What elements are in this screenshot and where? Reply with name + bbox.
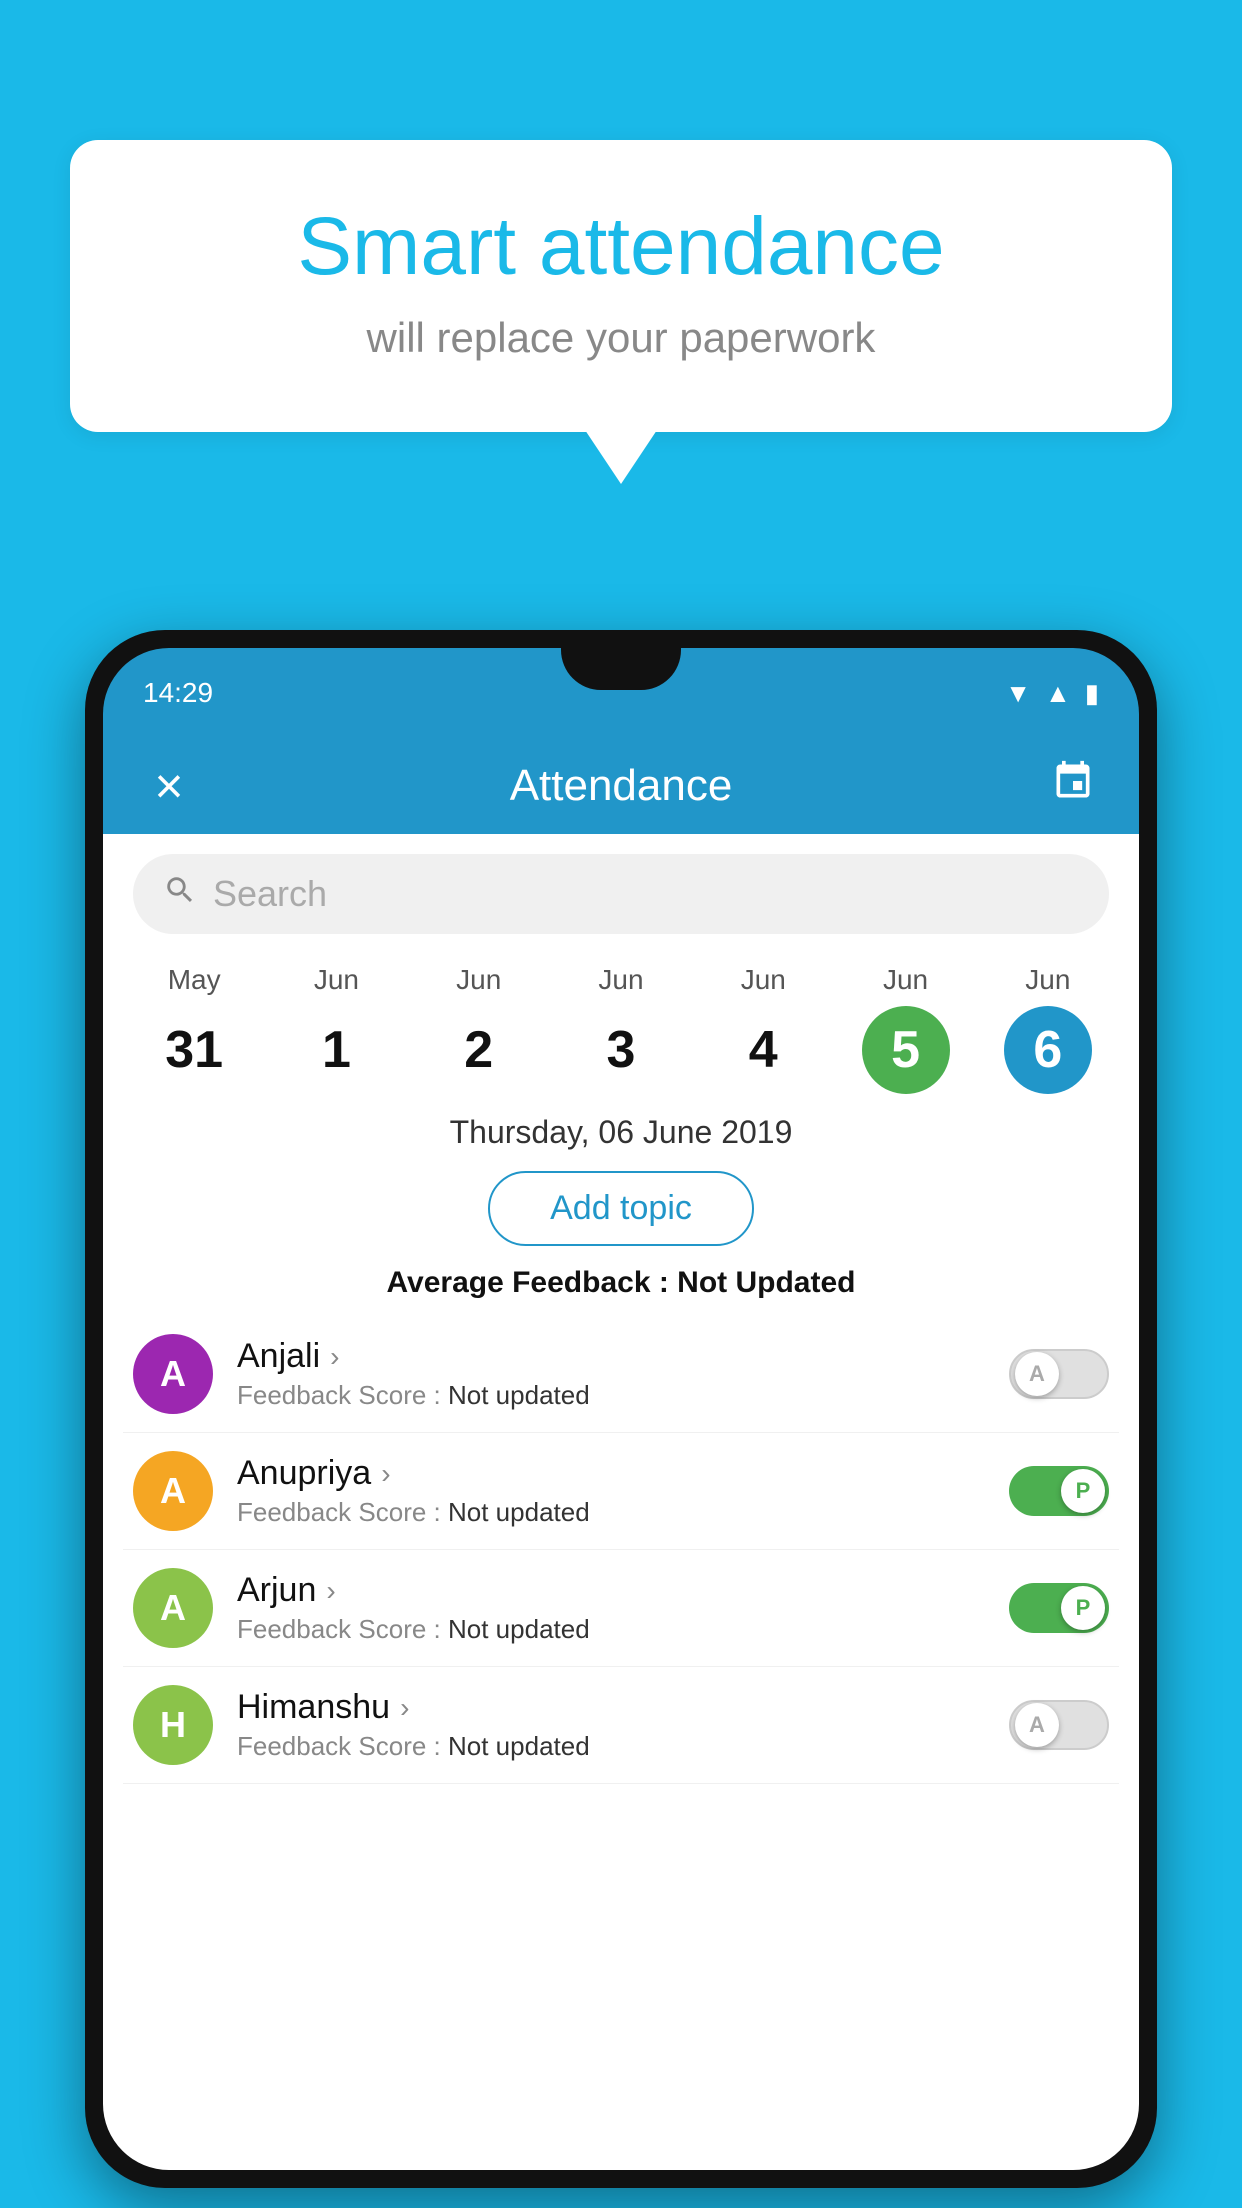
phone-frame: 14:29 ▼ ▲ ▮ × Attendance bbox=[85, 630, 1157, 2188]
status-time: 14:29 bbox=[143, 677, 213, 709]
cal-date: 6 bbox=[1004, 1006, 1092, 1094]
student-item[interactable]: A Arjun › Feedback Score : Not updated P bbox=[123, 1550, 1119, 1667]
student-info: Himanshu › Feedback Score : Not updated bbox=[237, 1688, 985, 1762]
signal-icon: ▲ bbox=[1045, 678, 1071, 709]
phone-inner: 14:29 ▼ ▲ ▮ × Attendance bbox=[103, 648, 1139, 2170]
calendar-day[interactable]: Jun 4 bbox=[713, 964, 813, 1094]
student-feedback: Feedback Score : Not updated bbox=[237, 1497, 985, 1528]
app-bar-title: Attendance bbox=[199, 761, 1043, 811]
student-list: AAnjali ›Feedback Score : Not updatedAAA… bbox=[103, 1316, 1139, 1784]
student-name-text: Himanshu bbox=[237, 1688, 390, 1727]
feedback-value: Not updated bbox=[448, 1497, 590, 1527]
search-placeholder: Search bbox=[213, 873, 327, 915]
wifi-icon: ▼ bbox=[1005, 678, 1031, 709]
calendar-row: May 31 Jun 1 Jun 2 Jun 3 Jun 4 Jun 5 Jun 6 bbox=[103, 954, 1139, 1094]
avatar: A bbox=[133, 1334, 213, 1414]
search-icon bbox=[163, 873, 197, 916]
cal-month: Jun bbox=[1025, 964, 1070, 996]
student-name-text: Arjun bbox=[237, 1571, 316, 1610]
student-info: Anupriya › Feedback Score : Not updated bbox=[237, 1454, 985, 1528]
student-name: Anjali › bbox=[237, 1337, 985, 1376]
student-item[interactable]: H Himanshu › Feedback Score : Not updated A bbox=[123, 1667, 1119, 1784]
attendance-toggle[interactable]: P bbox=[1009, 1583, 1109, 1633]
search-bar[interactable]: Search bbox=[133, 854, 1109, 934]
toggle-knob: A bbox=[1015, 1352, 1059, 1396]
chevron-right-icon: › bbox=[326, 1575, 335, 1607]
student-name: Anupriya › bbox=[237, 1454, 985, 1493]
chevron-right-icon: › bbox=[381, 1458, 390, 1490]
avatar: A bbox=[133, 1451, 213, 1531]
cal-month: Jun bbox=[456, 964, 501, 996]
calendar-icon[interactable] bbox=[1043, 759, 1103, 813]
cal-date: 5 bbox=[862, 1006, 950, 1094]
avg-feedback-value: Not Updated bbox=[677, 1266, 855, 1299]
calendar-day[interactable]: Jun 3 bbox=[571, 964, 671, 1094]
calendar-day[interactable]: Jun 6 bbox=[998, 964, 1098, 1094]
app-content: Search May 31 Jun 1 Jun 2 Jun 3 Jun 4 Jun 5 Jun 6 Thu… bbox=[103, 834, 1139, 2170]
cal-month: Jun bbox=[598, 964, 643, 996]
feedback-value: Not updated bbox=[448, 1731, 590, 1761]
add-topic-button[interactable]: Add topic bbox=[488, 1171, 754, 1246]
student-name: Arjun › bbox=[237, 1571, 985, 1610]
cal-month: Jun bbox=[883, 964, 928, 996]
student-name-text: Anjali bbox=[237, 1337, 320, 1376]
phone-screen: 14:29 ▼ ▲ ▮ × Attendance bbox=[103, 648, 1139, 2170]
feedback-value: Not updated bbox=[448, 1380, 590, 1410]
student-feedback: Feedback Score : Not updated bbox=[237, 1380, 985, 1411]
calendar-day[interactable]: May 31 bbox=[144, 964, 244, 1094]
speech-bubble-container: Smart attendance will replace your paper… bbox=[70, 140, 1172, 432]
app-bar: × Attendance bbox=[103, 738, 1139, 834]
attendance-toggle[interactable]: A bbox=[1009, 1700, 1109, 1750]
calendar-day[interactable]: Jun 2 bbox=[429, 964, 529, 1094]
calendar-day[interactable]: Jun 1 bbox=[286, 964, 386, 1094]
speech-bubble-title: Smart attendance bbox=[150, 200, 1092, 294]
chevron-right-icon: › bbox=[400, 1692, 409, 1724]
speech-bubble: Smart attendance will replace your paper… bbox=[70, 140, 1172, 432]
status-bar: 14:29 ▼ ▲ ▮ bbox=[103, 648, 1139, 738]
cal-month: Jun bbox=[741, 964, 786, 996]
cal-month: Jun bbox=[314, 964, 359, 996]
toggle-knob: A bbox=[1015, 1703, 1059, 1747]
student-feedback: Feedback Score : Not updated bbox=[237, 1614, 985, 1645]
avg-feedback: Average Feedback : Not Updated bbox=[103, 1256, 1139, 1316]
attendance-toggle[interactable]: A bbox=[1009, 1349, 1109, 1399]
cal-date: 31 bbox=[150, 1006, 238, 1094]
feedback-value: Not updated bbox=[448, 1614, 590, 1644]
close-icon[interactable]: × bbox=[139, 757, 199, 815]
battery-icon: ▮ bbox=[1085, 678, 1099, 709]
cal-date: 3 bbox=[577, 1006, 665, 1094]
speech-bubble-subtitle: will replace your paperwork bbox=[150, 314, 1092, 362]
calendar-day[interactable]: Jun 5 bbox=[856, 964, 956, 1094]
cal-month: May bbox=[168, 964, 221, 996]
avatar: H bbox=[133, 1685, 213, 1765]
notch bbox=[561, 648, 681, 690]
student-info: Arjun › Feedback Score : Not updated bbox=[237, 1571, 985, 1645]
chevron-right-icon: › bbox=[330, 1341, 339, 1373]
cal-date: 4 bbox=[719, 1006, 807, 1094]
toggle-knob: P bbox=[1061, 1586, 1105, 1630]
avg-feedback-label: Average Feedback : bbox=[386, 1266, 677, 1299]
student-name-text: Anupriya bbox=[237, 1454, 371, 1493]
student-item[interactable]: A Anjali › Feedback Score : Not updated A bbox=[123, 1316, 1119, 1433]
selected-date-label: Thursday, 06 June 2019 bbox=[103, 1094, 1139, 1161]
student-feedback: Feedback Score : Not updated bbox=[237, 1731, 985, 1762]
cal-date: 2 bbox=[435, 1006, 523, 1094]
student-item[interactable]: A Anupriya › Feedback Score : Not updated P bbox=[123, 1433, 1119, 1550]
attendance-toggle[interactable]: P bbox=[1009, 1466, 1109, 1516]
toggle-knob: P bbox=[1061, 1469, 1105, 1513]
status-icons: ▼ ▲ ▮ bbox=[1005, 678, 1099, 709]
student-name: Himanshu › bbox=[237, 1688, 985, 1727]
cal-date: 1 bbox=[292, 1006, 380, 1094]
student-info: Anjali › Feedback Score : Not updated bbox=[237, 1337, 985, 1411]
avatar: A bbox=[133, 1568, 213, 1648]
